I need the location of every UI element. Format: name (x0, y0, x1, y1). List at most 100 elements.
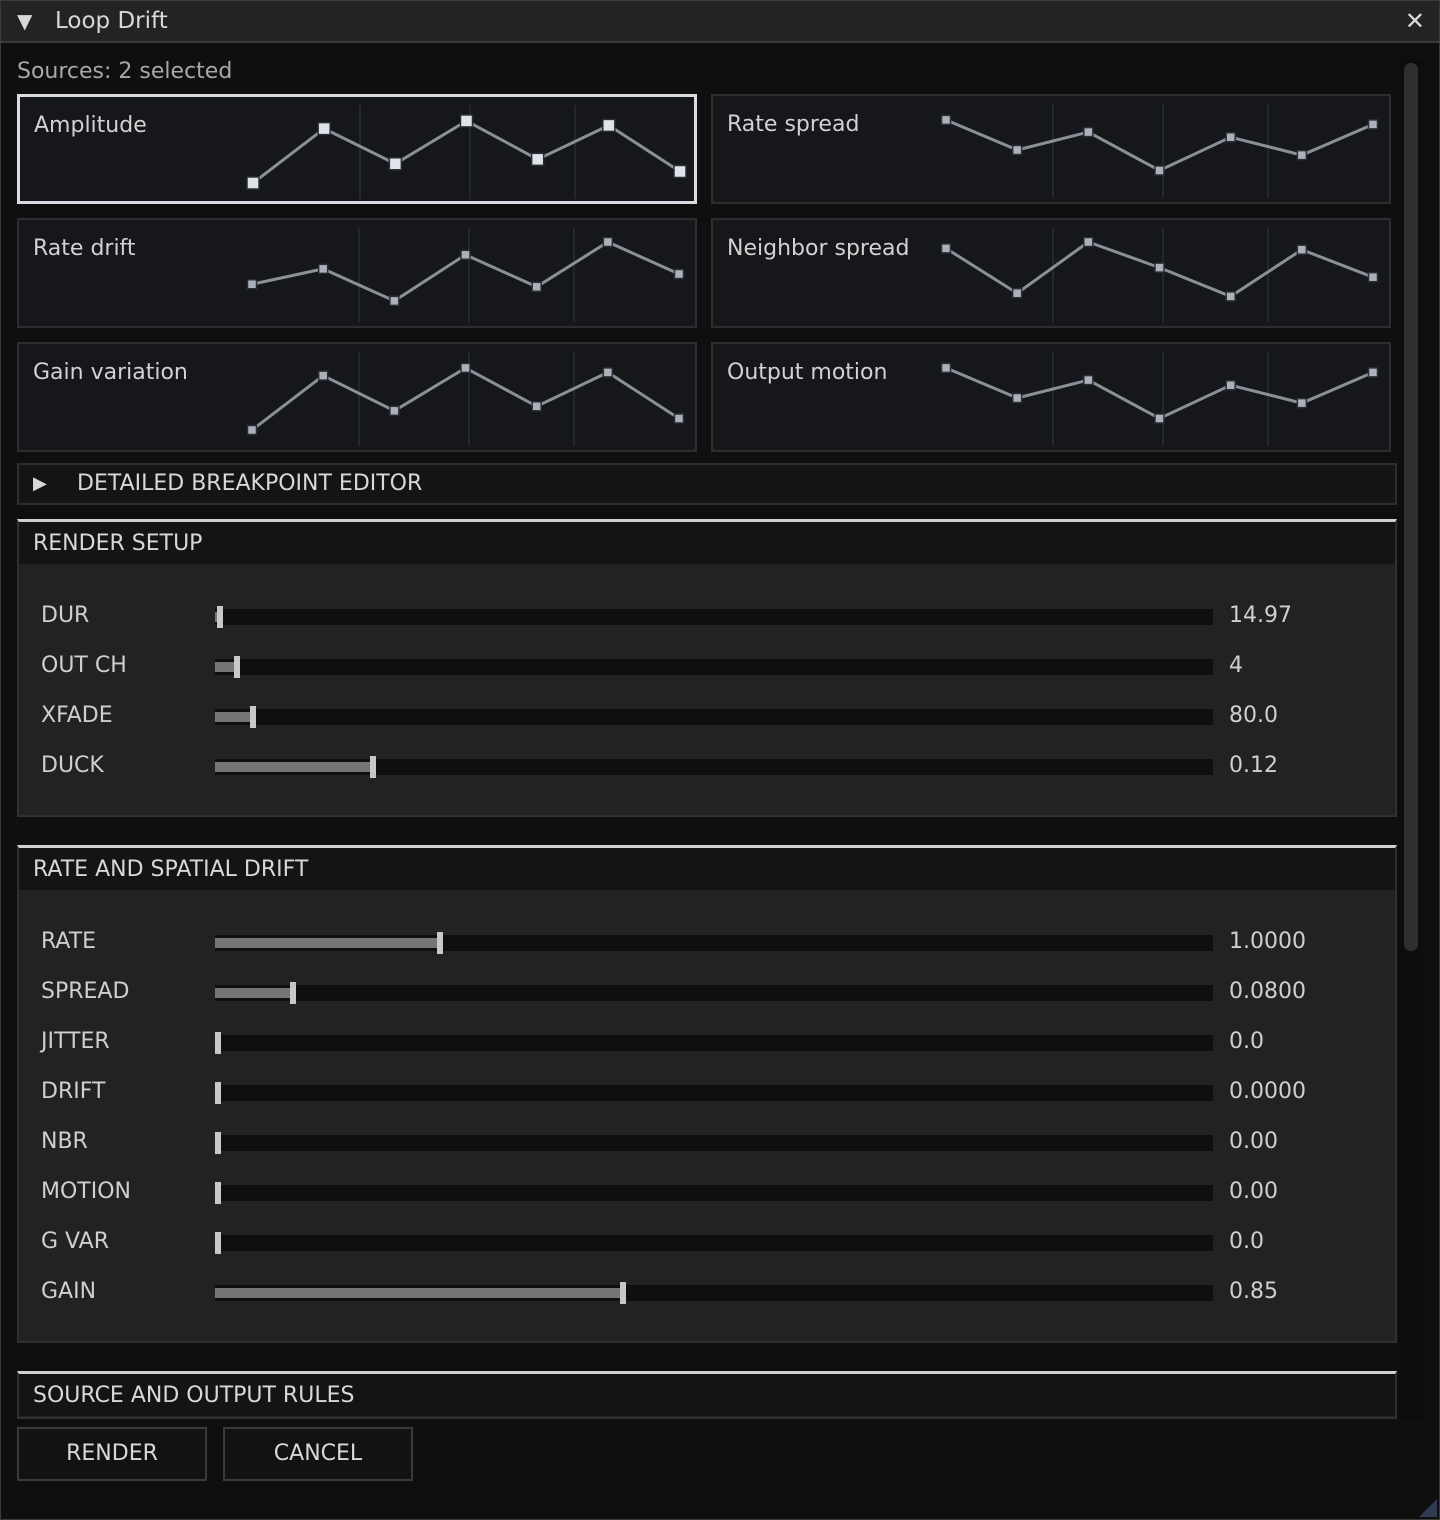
breakpoint-handle[interactable] (1225, 379, 1236, 391)
sources-label: Sources: 2 selected (17, 59, 233, 84)
slider-thumb[interactable] (214, 1232, 221, 1254)
breakpoint-handle[interactable] (602, 236, 614, 248)
breakpoint-handle[interactable] (1011, 287, 1023, 299)
slider-thumb[interactable] (214, 1032, 221, 1054)
slider-track[interactable] (215, 706, 1213, 728)
breakpoint-handle[interactable] (1083, 236, 1094, 248)
breakpoint-handle[interactable] (1367, 271, 1379, 283)
slider-track[interactable] (214, 1182, 1213, 1204)
curve-line (251, 366, 680, 432)
breakpoint-handle[interactable] (317, 263, 329, 275)
breakpoint-handle[interactable] (531, 281, 542, 293)
breakpoint-handle[interactable] (389, 295, 400, 307)
slider-track[interactable] (214, 1082, 1213, 1104)
cancel-button[interactable]: CANCEL (223, 1427, 413, 1481)
breakpoint-handle[interactable] (531, 401, 542, 412)
breakpoint-curve[interactable] (713, 220, 1393, 330)
vertical-scrollbar[interactable] (1399, 59, 1425, 1419)
window-title: Loop Drift (55, 8, 168, 34)
breakpoint-handle[interactable] (1225, 131, 1236, 143)
breakpoint-handle[interactable] (1296, 244, 1308, 255)
breakpoint-handle[interactable] (673, 413, 685, 424)
breakpoint-curve[interactable] (713, 344, 1393, 454)
breakpoint-curve[interactable] (19, 220, 699, 330)
curve-card[interactable]: Rate drift (17, 218, 697, 328)
resize-grip-icon[interactable] (1419, 1499, 1437, 1517)
breakpoint-handle[interactable] (460, 362, 471, 374)
breakpoint-handle[interactable] (602, 367, 614, 378)
slider-track[interactable] (215, 756, 1213, 778)
breakpoint-handle[interactable] (1011, 144, 1023, 156)
curve-card[interactable]: Amplitude (17, 94, 697, 204)
breakpoint-handle[interactable] (246, 424, 258, 436)
breakpoint-handle[interactable] (940, 362, 952, 374)
section-header[interactable]: SOURCE AND OUTPUT RULES (19, 1374, 1395, 1416)
breakpoint-handle[interactable] (388, 157, 403, 171)
breakpoint-handle[interactable] (317, 121, 331, 136)
curve-card[interactable]: Output motion (711, 342, 1391, 452)
curve-card[interactable]: Gain variation (17, 342, 697, 452)
slider-row-jitter: JITTER 0.0 (19, 1023, 1395, 1063)
section-header[interactable]: RENDER SETUP (19, 522, 1395, 564)
slider-track[interactable] (214, 1132, 1213, 1154)
breakpoint-handle[interactable] (246, 176, 260, 190)
close-icon[interactable]: ✕ (1405, 7, 1425, 35)
slider-row-drift: DRIFT 0.0000 (19, 1073, 1395, 1113)
slider-row-out-ch: OUT CH 4 (19, 647, 1395, 687)
title-bar[interactable]: ▼ Loop Drift ✕ (1, 1, 1439, 43)
slider-track[interactable] (215, 656, 1213, 678)
breakpoint-curve[interactable] (19, 344, 699, 454)
slider-track[interactable] (214, 1032, 1213, 1054)
breakpoint-handle[interactable] (673, 268, 685, 280)
breakpoint-curve[interactable] (20, 97, 700, 207)
breakpoint-handle[interactable] (1154, 262, 1165, 273)
slider-thumb[interactable] (214, 1182, 221, 1204)
curve-card[interactable]: Neighbor spread (711, 218, 1391, 328)
slider-thumb[interactable] (289, 982, 296, 1004)
slider-fill (215, 938, 440, 948)
breakpoint-handle[interactable] (602, 118, 616, 133)
slider-label: MOTION (41, 1179, 131, 1204)
breakpoint-handle[interactable] (1011, 392, 1023, 404)
slider-thumb[interactable] (214, 1132, 221, 1154)
breakpoint-handle[interactable] (317, 370, 329, 381)
slider-thumb[interactable] (214, 1082, 221, 1104)
slider-track[interactable] (215, 1282, 1213, 1304)
breakpoint-editor-toggle[interactable]: ▶ DETAILED BREAKPOINT EDITOR (17, 463, 1397, 505)
breakpoint-handle[interactable] (1154, 165, 1165, 176)
breakpoint-handle[interactable] (1367, 367, 1379, 378)
breakpoint-handle[interactable] (1296, 397, 1308, 409)
slider-row-motion: MOTION 0.00 (19, 1173, 1395, 1213)
breakpoint-handle[interactable] (1225, 291, 1236, 302)
scrollbar-thumb[interactable] (1404, 63, 1418, 951)
breakpoint-handle[interactable] (1296, 149, 1308, 161)
slider-track[interactable] (215, 932, 1213, 954)
breakpoint-handle[interactable] (940, 114, 952, 126)
section-header[interactable]: RATE AND SPATIAL DRIFT (19, 848, 1395, 890)
breakpoint-handle[interactable] (246, 278, 258, 290)
breakpoint-handle[interactable] (1367, 119, 1379, 130)
breakpoint-handle[interactable] (389, 405, 400, 417)
breakpoint-handle[interactable] (1083, 126, 1094, 138)
slider-thumb[interactable] (249, 706, 256, 728)
breakpoint-handle[interactable] (459, 114, 474, 128)
slider-track[interactable] (215, 606, 1213, 628)
slider-thumb[interactable] (369, 756, 376, 778)
breakpoint-handle[interactable] (1083, 374, 1094, 386)
render-button[interactable]: RENDER (17, 1427, 207, 1481)
breakpoint-handle[interactable] (460, 249, 471, 261)
curve-card[interactable]: Rate spread (711, 94, 1391, 204)
breakpoint-handle[interactable] (1154, 413, 1165, 424)
slider-row-duck: DUCK 0.12 (19, 747, 1395, 787)
breakpoint-curve[interactable] (713, 96, 1393, 206)
collapse-arrow-icon[interactable]: ▼ (17, 9, 32, 33)
slider-track[interactable] (214, 1232, 1213, 1254)
breakpoint-handle[interactable] (530, 152, 545, 167)
breakpoint-handle[interactable] (940, 243, 952, 254)
slider-thumb[interactable] (216, 606, 223, 628)
slider-thumb[interactable] (436, 932, 443, 954)
slider-thumb[interactable] (620, 1282, 627, 1304)
slider-track[interactable] (215, 982, 1213, 1004)
slider-thumb[interactable] (233, 656, 240, 678)
breakpoint-handle[interactable] (673, 164, 687, 179)
